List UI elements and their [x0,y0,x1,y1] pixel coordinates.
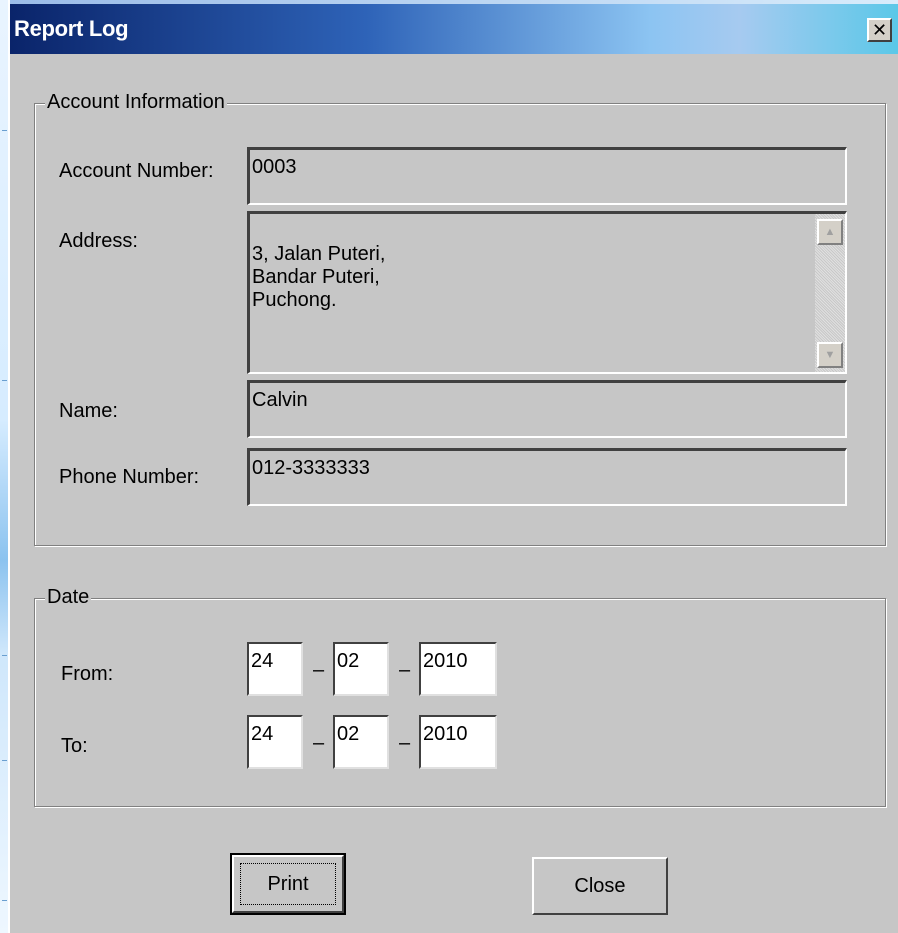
date-group: Date From: 24 – 02 – 2010 To: 24 – 02 – … [34,586,886,807]
window-title: Report Log [14,16,129,41]
scroll-down-arrow-icon[interactable]: ▼ [817,342,843,368]
name-field[interactable]: Calvin [247,380,847,438]
to-month-input[interactable]: 02 [333,715,389,769]
report-log-dialog: Report Log ✕ Account Information Account… [8,0,898,933]
address-scrollbar[interactable]: ▲ ▼ [815,214,845,372]
from-day-input[interactable]: 24 [247,642,303,696]
close-button[interactable]: Close [532,857,668,915]
to-label: To: [61,735,88,757]
title-bar[interactable]: Report Log ✕ [10,4,898,54]
date-legend: Date [45,586,92,609]
focus-rectangle [240,863,336,905]
close-icon: ✕ [871,20,888,40]
from-month-input[interactable]: 02 [333,642,389,696]
close-button-label: Close [574,874,626,897]
from-separator: – [313,659,325,681]
name-label: Name: [59,400,118,422]
from-year-input[interactable]: 2010 [419,642,497,696]
phone-number-field[interactable]: 012-3333333 [247,448,847,506]
scroll-up-arrow-icon[interactable]: ▲ [817,219,843,245]
account-number-label: Account Number: [59,160,214,182]
to-day-input[interactable]: 24 [247,715,303,769]
address-text: 3, Jalan Puteri, Bandar Puteri, Puchong. [252,243,386,311]
account-information-legend: Account Information [45,91,227,114]
address-field[interactable]: 3, Jalan Puteri, Bandar Puteri, Puchong.… [247,211,847,374]
phone-number-label: Phone Number: [59,466,200,488]
print-button[interactable]: Print [230,853,346,915]
from-label: From: [61,663,114,685]
account-number-field[interactable]: 0003 [247,147,847,205]
to-year-input[interactable]: 2010 [419,715,497,769]
to-separator: – [313,732,325,754]
from-separator: – [399,659,411,681]
account-information-group: Account Information Account Number: 0003… [34,91,886,546]
to-separator: – [399,732,411,754]
address-label: Address: [59,230,138,252]
close-window-button[interactable]: ✕ [867,18,892,42]
